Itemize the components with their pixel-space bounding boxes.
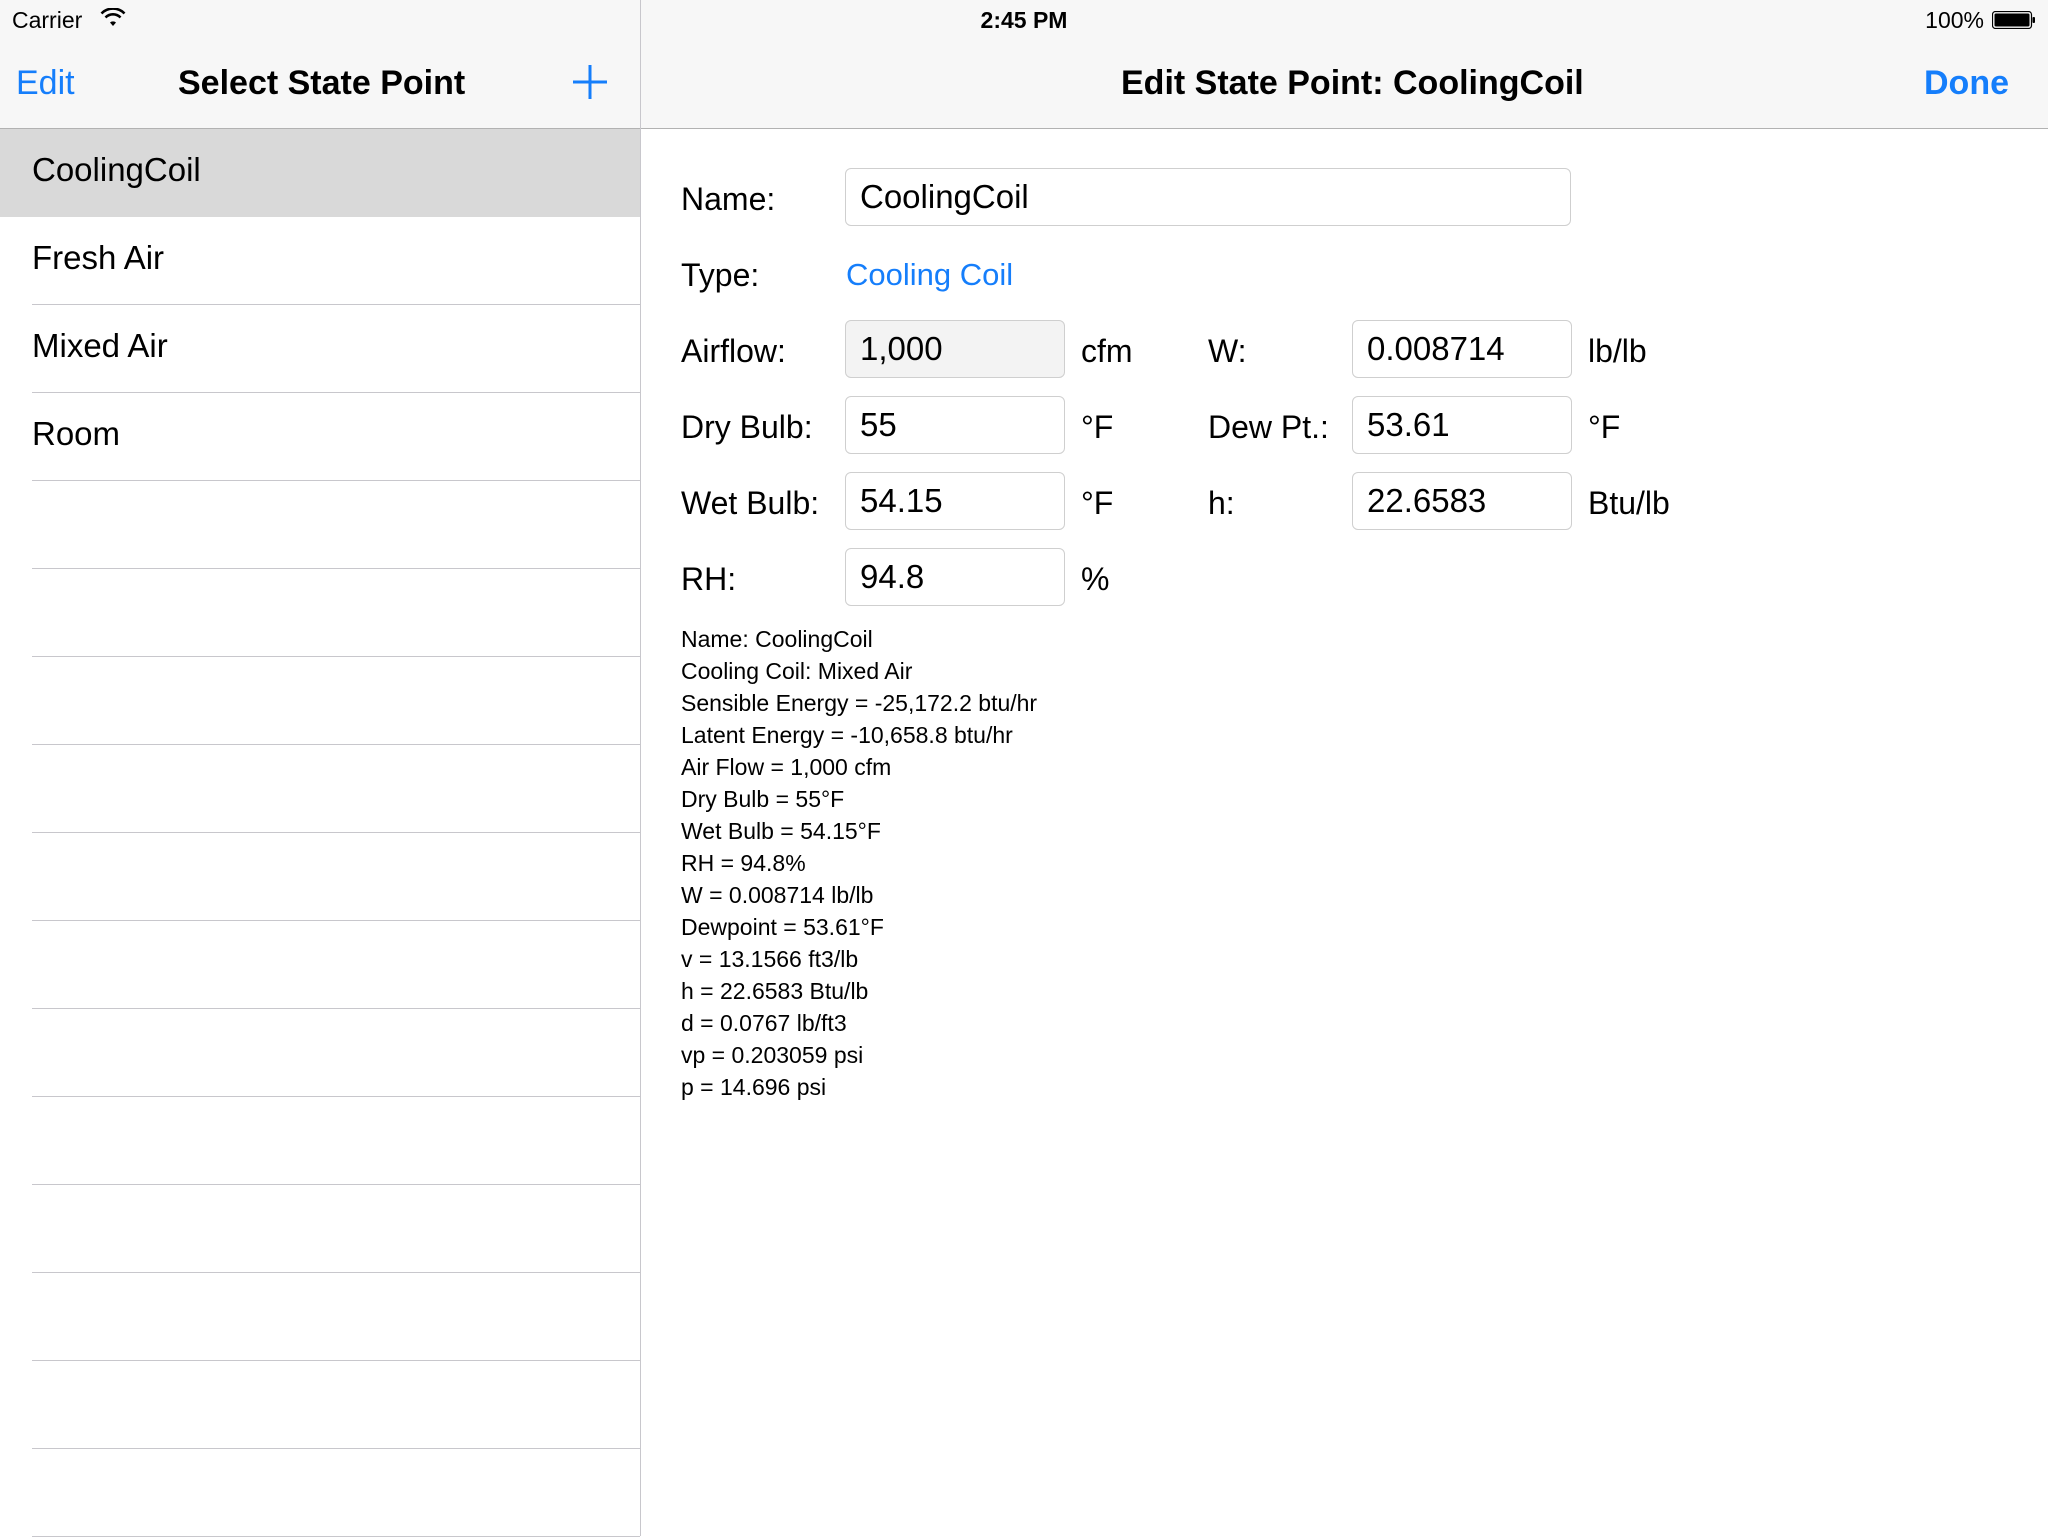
result-line: Sensible Energy = -25,172.2 btu/hr	[681, 690, 1038, 716]
empty-row	[32, 1273, 640, 1361]
type-label: Type:	[681, 257, 760, 293]
drybulb-unit: °F	[1081, 409, 1114, 445]
edit-button[interactable]: Edit	[16, 64, 75, 103]
status-bar: Carrier 2:45 PM 100%	[0, 0, 2048, 40]
master-pane: Edit Select State Point CoolingCoil Fres…	[0, 0, 641, 1537]
done-button[interactable]: Done	[1924, 64, 2009, 103]
battery-percent: 100%	[1925, 7, 1984, 33]
empty-row	[32, 1009, 640, 1097]
airflow-unit: cfm	[1081, 333, 1133, 369]
list-item-label: Mixed Air	[32, 327, 168, 364]
name-label: Name:	[681, 181, 776, 217]
rh-unit: %	[1081, 561, 1110, 597]
empty-row	[32, 481, 640, 569]
result-line: Cooling Coil: Mixed Air	[681, 658, 913, 684]
battery-icon	[1992, 11, 2035, 29]
empty-row	[32, 745, 640, 833]
rh-label: RH:	[681, 561, 737, 597]
empty-row	[32, 657, 640, 745]
result-line: Dewpoint = 53.61°F	[681, 914, 884, 940]
result-line: Latent Energy = -10,658.8 btu/hr	[681, 722, 1013, 748]
list-item-label: Fresh Air	[32, 239, 165, 276]
result-line: Dry Bulb = 55°F	[681, 786, 845, 812]
list-item-mixed-air[interactable]: Mixed Air	[32, 305, 640, 393]
state-point-list: CoolingCoil Fresh Air Mixed Air Room	[0, 129, 640, 1537]
list-item-room[interactable]: Room	[32, 393, 640, 481]
results-text: Name: CoolingCoil Cooling Coil: Mixed Ai…	[681, 623, 1037, 1103]
w-label: W:	[1208, 333, 1247, 369]
list-item-label: Room	[32, 415, 121, 452]
empty-row	[32, 1185, 640, 1273]
rh-field[interactable]: 94.8	[845, 548, 1065, 606]
dewpt-unit: °F	[1588, 409, 1621, 445]
h-unit: Btu/lb	[1588, 485, 1670, 521]
result-line: RH = 94.8%	[681, 850, 806, 876]
list-item-label: CoolingCoil	[32, 151, 201, 188]
empty-row	[32, 1097, 640, 1185]
result-line: d = 0.0767 lb/ft3	[681, 1010, 847, 1036]
airflow-label: Airflow:	[681, 333, 786, 369]
result-line: v = 13.1566 ft3/lb	[681, 946, 859, 972]
list-item-fresh-air[interactable]: Fresh Air	[32, 217, 640, 305]
drybulb-field[interactable]: 55	[845, 396, 1065, 454]
empty-row	[32, 1361, 640, 1449]
w-unit: lb/lb	[1588, 333, 1647, 369]
result-line: p = 14.696 psi	[681, 1074, 827, 1100]
result-line: Wet Bulb = 54.15°F	[681, 818, 881, 844]
result-line: W = 0.008714 lb/lb	[681, 882, 874, 908]
empty-row	[32, 1449, 640, 1537]
empty-row	[32, 921, 640, 1009]
result-line: Air Flow = 1,000 cfm	[681, 754, 892, 780]
dewpt-field[interactable]: 53.61	[1352, 396, 1572, 454]
airflow-field[interactable]: 1,000	[845, 320, 1065, 378]
h-field[interactable]: 22.6583	[1352, 472, 1572, 530]
plus-icon[interactable]	[570, 62, 610, 102]
empty-row	[32, 569, 640, 657]
result-line: vp = 0.203059 psi	[681, 1042, 864, 1068]
time-label: 2:45 PM	[980, 7, 1068, 33]
master-title: Select State Point	[178, 64, 466, 102]
type-selector[interactable]: Cooling Coil	[846, 257, 1013, 293]
w-field[interactable]: 0.008714	[1352, 320, 1572, 378]
list-item-coolingcoil[interactable]: CoolingCoil	[0, 129, 640, 217]
wetbulb-field[interactable]: 54.15	[845, 472, 1065, 530]
drybulb-label: Dry Bulb:	[681, 409, 813, 445]
detail-title: Edit State Point: CoolingCoil	[1121, 64, 1584, 102]
name-field[interactable]: CoolingCoil	[845, 168, 1571, 226]
h-label: h:	[1208, 485, 1235, 521]
result-line: Name: CoolingCoil	[681, 626, 873, 652]
result-line: h = 22.6583 Btu/lb	[681, 978, 869, 1004]
wetbulb-label: Wet Bulb:	[681, 485, 820, 521]
dewpt-label: Dew Pt.:	[1208, 409, 1329, 445]
empty-row	[32, 833, 640, 921]
wetbulb-unit: °F	[1081, 485, 1114, 521]
